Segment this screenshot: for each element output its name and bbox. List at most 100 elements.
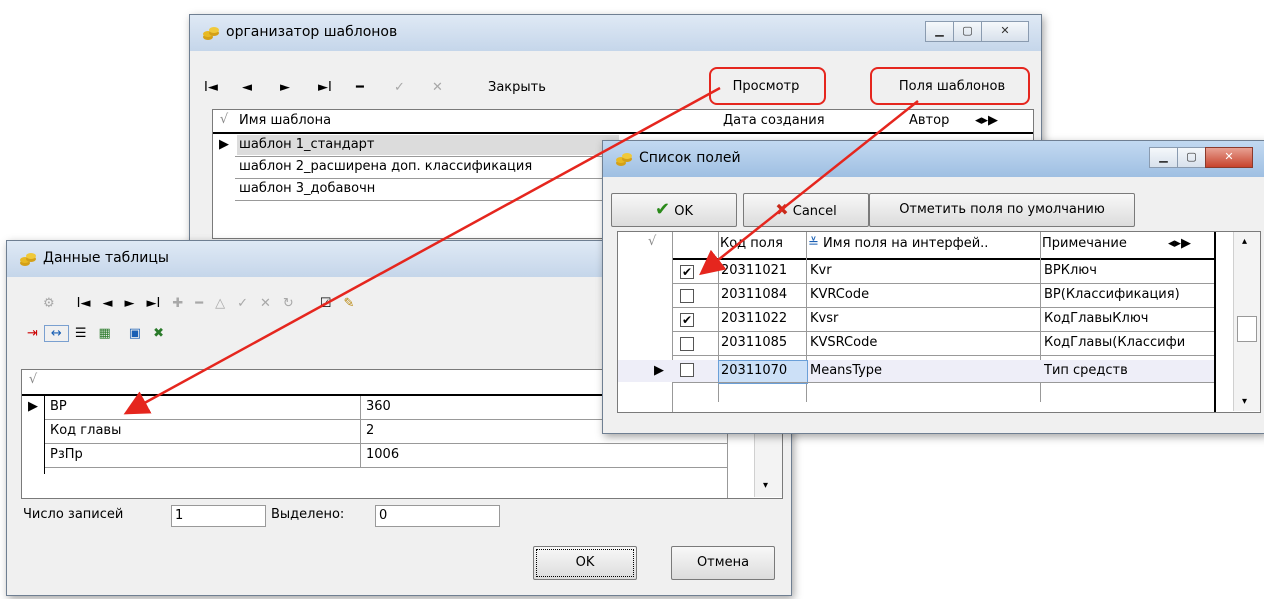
last-record-button[interactable]: ►I: [312, 80, 350, 95]
post-icon[interactable]: ✓: [231, 296, 254, 311]
field-code[interactable]: 20311021: [721, 261, 805, 281]
settings-icon[interactable]: ⚙: [37, 296, 61, 311]
refresh-icon[interactable]: ↻: [277, 296, 300, 311]
field-note[interactable]: КодГлавыКлюч: [1044, 309, 1214, 329]
fields-list-window: Список полей ▁ ▢ ✕ ✔ OK ✖ Cancel Отметит…: [602, 140, 1264, 434]
col-header-code[interactable]: Код поля: [720, 234, 804, 254]
insert-icon[interactable]: ✚: [166, 296, 189, 311]
prev-record-icon[interactable]: ◄: [97, 296, 119, 311]
excel-icon[interactable]: ✖: [147, 326, 170, 341]
ok-button[interactable]: ✔ OK: [611, 193, 737, 227]
template-row[interactable]: шаблон 3_добавочн: [237, 179, 619, 199]
header-separator: [213, 132, 1033, 134]
cancel-button[interactable]: Отмена: [671, 546, 775, 580]
filter-icon[interactable]: ✎: [337, 296, 360, 311]
template-row[interactable]: шаблон 1_стандарт: [237, 135, 619, 155]
column-scroll-arrows[interactable]: ◂▸▶: [1168, 234, 1218, 254]
field-checkbox[interactable]: [680, 289, 694, 303]
column-scroll-arrows[interactable]: ◂▸▶: [975, 111, 1025, 131]
field-code[interactable]: 20311022: [721, 309, 805, 329]
vertical-scrollbar[interactable]: ▴ ▾: [1233, 232, 1260, 411]
data-row-name[interactable]: Код главы: [46, 421, 360, 441]
save-icon[interactable]: ▣: [123, 326, 147, 341]
record-count-value: 1: [171, 505, 266, 527]
post-button[interactable]: ✓: [388, 80, 426, 95]
first-record-icon[interactable]: I◄: [71, 296, 97, 311]
field-note[interactable]: ВРКлюч: [1044, 261, 1214, 281]
data-row-name[interactable]: ВР: [46, 397, 360, 417]
col-header-name[interactable]: Имя шаблона: [239, 111, 719, 131]
field-code[interactable]: 20311070: [721, 361, 805, 381]
edit-icon[interactable]: △: [209, 296, 231, 311]
first-record-button[interactable]: I◄: [198, 80, 236, 95]
col-header-author[interactable]: Автор: [909, 111, 969, 131]
field-name[interactable]: KVRCode: [810, 285, 1038, 305]
last-record-icon[interactable]: ►I: [141, 296, 167, 311]
close-window-button[interactable]: ✕: [981, 21, 1029, 42]
grid-right-line: [1214, 232, 1216, 412]
maximize-button[interactable]: ▢: [1177, 147, 1206, 168]
next-record-button[interactable]: ►: [274, 80, 312, 95]
fit-columns-icon[interactable]: ↔: [43, 324, 69, 342]
col-line: [360, 396, 361, 468]
field-note[interactable]: Тип средств: [1044, 361, 1214, 381]
minimize-button[interactable]: ▁: [925, 21, 954, 42]
scroll-up-icon[interactable]: ▴: [1242, 236, 1247, 247]
col-header-note[interactable]: Примечание: [1042, 234, 1162, 254]
grid-options-icon[interactable]: ☑: [314, 296, 338, 311]
field-checkbox[interactable]: ✔: [680, 265, 694, 279]
list-icon[interactable]: ☰: [69, 326, 93, 341]
row-line: [672, 331, 1214, 332]
field-note[interactable]: ВР(Классификация): [1044, 285, 1214, 305]
minimize-button[interactable]: ▁: [1149, 147, 1178, 168]
cancel-edit-button[interactable]: ✕: [426, 80, 464, 95]
field-code[interactable]: 20311085: [721, 333, 805, 353]
data-table-toolbar: ⚙ I◄ ◄ ► ►I ✚ ━ △ ✓ ✕ ↻ ☑ ✎: [37, 287, 360, 319]
close-button[interactable]: Закрыть: [482, 80, 552, 95]
columns-icon[interactable]: ▦: [92, 326, 116, 341]
field-checkbox[interactable]: [680, 363, 694, 377]
delete-record-button[interactable]: ━: [350, 80, 388, 95]
row-line: [235, 178, 615, 179]
field-name[interactable]: KVSRCode: [810, 333, 1038, 353]
col-header-date[interactable]: Дата создания: [723, 111, 853, 131]
fields-list-titlebar[interactable]: Список полей ▁ ▢ ✕: [603, 141, 1264, 177]
close-window-button[interactable]: ✕: [1205, 147, 1253, 168]
cancel-icon[interactable]: ✕: [254, 296, 277, 311]
next-record-icon[interactable]: ►: [119, 296, 141, 311]
data-row-name[interactable]: РзПр: [46, 445, 360, 465]
field-checkbox[interactable]: ✔: [680, 313, 694, 327]
scroll-down-icon[interactable]: ▾: [1242, 396, 1247, 407]
record-count-label: Число записей: [23, 507, 124, 522]
default-fields-button[interactable]: Отметить поля по умолчанию: [869, 193, 1135, 227]
check-icon: ✔: [655, 199, 671, 220]
current-row-indicator: ▶: [219, 137, 229, 152]
delete-icon[interactable]: ━: [189, 296, 209, 311]
maximize-button[interactable]: ▢: [953, 21, 982, 42]
field-name[interactable]: Kvsr: [810, 309, 1038, 329]
organizer-titlebar[interactable]: организатор шаблонов ▁ ▢ ✕: [190, 15, 1041, 51]
cancel-x-icon: ✖: [775, 200, 789, 219]
coins-icon: [616, 153, 632, 166]
field-code[interactable]: 20311084: [721, 285, 805, 305]
scroll-thumb[interactable]: [1237, 316, 1257, 342]
field-checkbox[interactable]: [680, 337, 694, 351]
data-table-title: Данные таблицы: [43, 250, 169, 266]
cancel-button[interactable]: ✖ Cancel: [743, 193, 869, 227]
coins-icon: [203, 27, 219, 40]
row-line: [672, 307, 1214, 308]
field-name[interactable]: MeansType: [810, 361, 1038, 381]
field-note[interactable]: КодГлавы(Классифи: [1044, 333, 1214, 353]
header-separator: [672, 258, 1214, 260]
template-row[interactable]: шаблон 2_расширена доп. классификация: [237, 157, 619, 177]
prev-record-button[interactable]: ◄: [236, 80, 274, 95]
ok-button[interactable]: OK: [533, 546, 637, 580]
fields-grid: √ Код поля ≚ Имя поля на интерфей.. Прим…: [617, 231, 1261, 413]
row-line: [44, 443, 727, 444]
col-header-name[interactable]: ≚ Имя поля на интерфей..: [808, 234, 1038, 254]
field-name[interactable]: Kvr: [810, 261, 1038, 281]
selected-value: 0: [375, 505, 500, 527]
export-icon[interactable]: ⇥: [21, 326, 44, 341]
grid-indicator-header: √: [648, 234, 657, 249]
data-row-value[interactable]: 1006: [362, 445, 726, 465]
